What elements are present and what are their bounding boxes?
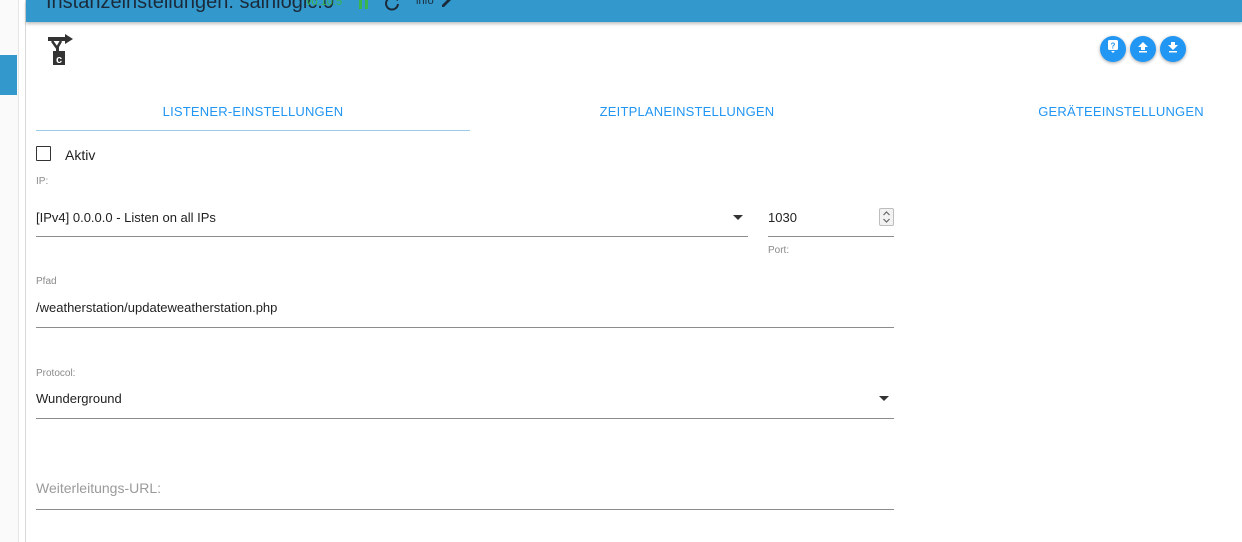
upload-button[interactable]: [1130, 36, 1156, 62]
download-button[interactable]: [1160, 36, 1186, 62]
upload-icon: [1137, 40, 1149, 58]
protocol-dropdown-caret-icon[interactable]: [879, 396, 889, 401]
ip-select-value[interactable]: [IPv4] 0.0.0.0 - Listen on all IPs: [36, 210, 216, 225]
protocol-select-value[interactable]: Wunderground: [36, 391, 122, 406]
version-label: v0.10.5: [306, 0, 343, 8]
instance-settings-dialog: Instanzeinstellungen: sainlogic.0 v0.10.…: [25, 0, 1242, 542]
forward-url-underline: [36, 509, 894, 510]
tab-listener-settings[interactable]: LISTENER-EINSTELLUNGEN: [36, 104, 470, 122]
dialog-title: Instanzeinstellungen: sainlogic.0: [46, 0, 334, 13]
help-icon: ?: [1107, 40, 1119, 58]
pause-icon[interactable]: [358, 0, 370, 14]
port-label: Port:: [768, 245, 790, 256]
adapter-logo-letter: c: [56, 54, 62, 65]
path-label: Pfad: [36, 276, 57, 287]
active-checkbox[interactable]: [36, 146, 51, 161]
path-input[interactable]: /weatherstation/updateweatherstation.php: [36, 300, 277, 315]
path-input-underline: [36, 327, 894, 328]
port-input[interactable]: 1030: [768, 210, 797, 225]
sidebar-active-item[interactable]: [0, 55, 17, 95]
port-stepper-icon[interactable]: [879, 208, 894, 226]
download-icon: [1167, 40, 1179, 58]
port-input-underline: [768, 236, 894, 237]
protocol-label: Protocol:: [36, 368, 76, 379]
ip-select-underline: [36, 236, 748, 237]
left-sidebar: [0, 0, 19, 542]
dialog-header: Instanzeinstellungen: sainlogic.0 v0.10.…: [26, 0, 1242, 22]
info-label: info: [416, 0, 434, 7]
ip-dropdown-caret-icon[interactable]: [733, 215, 743, 220]
ip-label: IP:: [36, 176, 49, 187]
active-checkbox-label: Aktiv: [65, 147, 96, 163]
tab-schedule-settings[interactable]: ZEITPLANEINSTELLUNGEN: [470, 104, 904, 122]
protocol-select-underline: [36, 418, 894, 419]
tab-indicator: [36, 130, 470, 131]
tab-device-settings[interactable]: GERÄTEEINSTELLUNGEN: [904, 104, 1242, 122]
help-button[interactable]: ?: [1100, 36, 1126, 62]
svg-text:?: ?: [1111, 42, 1116, 51]
forward-url-label: Weiterleitungs-URL:: [36, 480, 162, 496]
reload-icon[interactable]: [384, 0, 400, 16]
edit-icon[interactable]: [440, 0, 453, 14]
sainlogic-weather-station-icon: c: [46, 33, 78, 66]
